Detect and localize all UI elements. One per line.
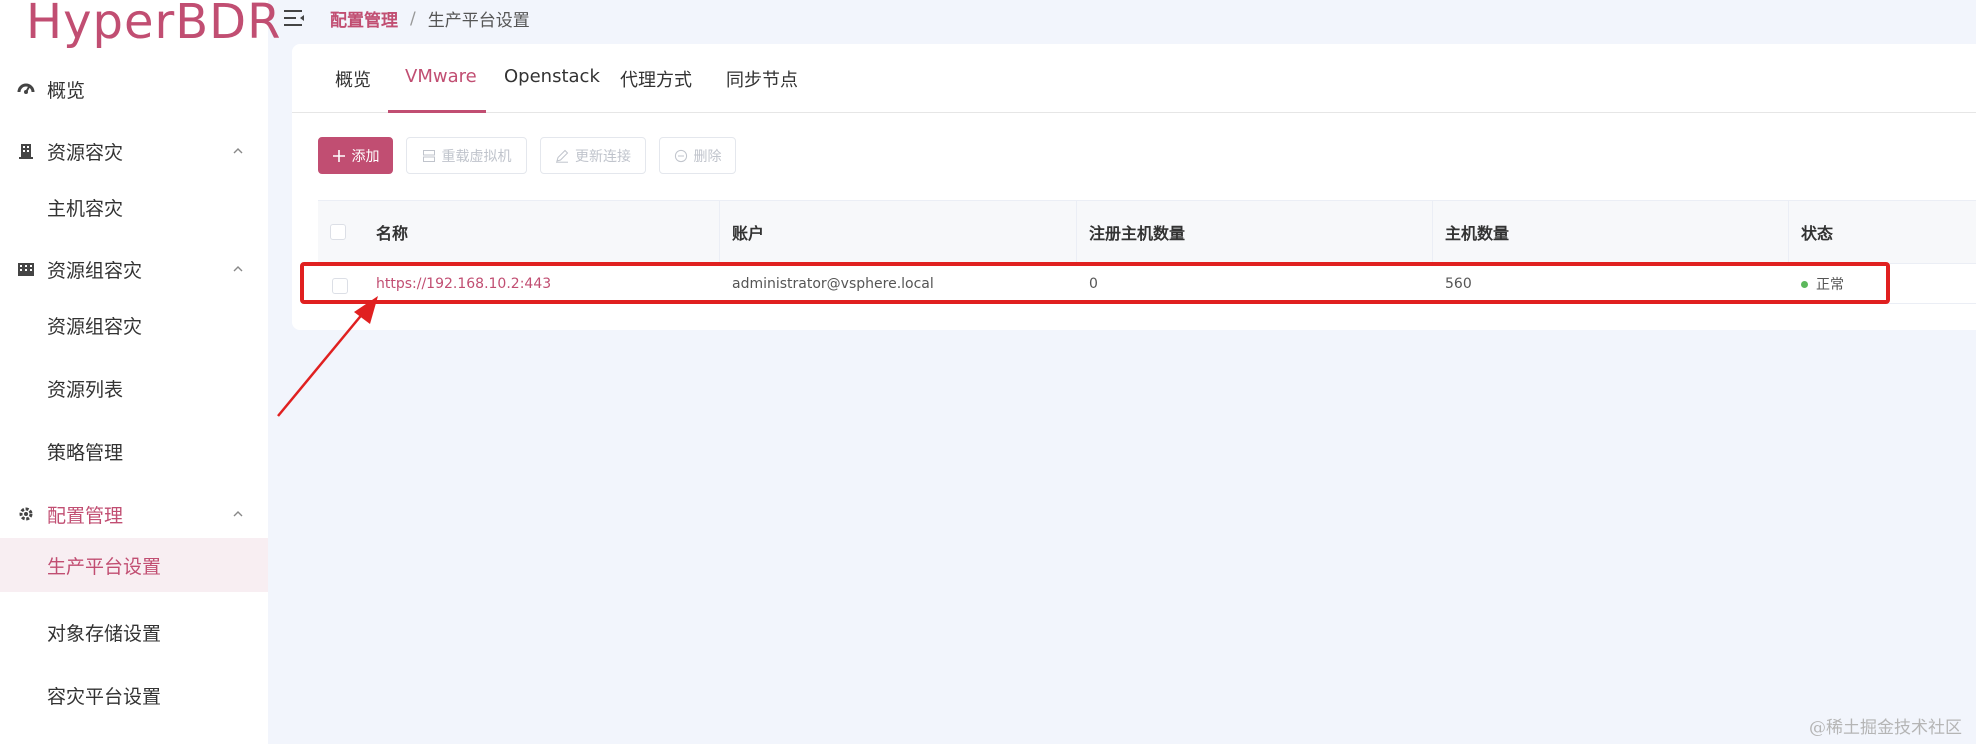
update-connection-label: 更新连接	[575, 148, 631, 165]
logo: HyperBDR	[26, 0, 282, 50]
sidebar-item-host-dr[interactable]: 主机容灾	[0, 180, 268, 234]
sidebar-item-label: 生产平台设置	[47, 555, 162, 578]
menu-collapse-icon[interactable]	[283, 8, 305, 28]
sidebar-item-label: 策略管理	[47, 441, 124, 464]
column-header-status[interactable]: 状态	[1789, 201, 1976, 263]
sidebar-item-label: 主机容灾	[47, 197, 124, 220]
sidebar-item-dr-platform[interactable]: 容灾平台设置	[0, 668, 268, 722]
reload-vm-button[interactable]: 重载虚拟机	[406, 137, 527, 174]
column-header-hosts[interactable]: 主机数量	[1433, 201, 1789, 263]
breadcrumb-separator: /	[410, 8, 416, 29]
edit-icon	[556, 149, 569, 163]
sidebar-item-resource-dr[interactable]: 资源容灾	[0, 124, 268, 178]
sidebar-item-resource-group-dr-sub[interactable]: 资源组容灾	[0, 298, 268, 352]
add-button[interactable]: 添加	[318, 137, 393, 174]
sidebar-item-config[interactable]: 配置管理	[0, 487, 268, 541]
sidebar-item-resource-group-dr[interactable]: 资源组容灾	[0, 242, 268, 296]
breadcrumb-current: 生产平台设置	[427, 11, 530, 31]
tab-proxy[interactable]: 代理方式	[620, 66, 692, 113]
delete-button[interactable]: 删除	[659, 137, 736, 174]
column-header-name[interactable]: 名称	[364, 201, 720, 263]
chevron-up-icon[interactable]	[232, 263, 244, 275]
annotation-arrow-icon	[277, 296, 378, 417]
table-header: 名称 账户 注册主机数量 主机数量 状态	[318, 200, 1976, 264]
tab-overview[interactable]: 概览	[335, 66, 371, 113]
server-icon	[422, 149, 435, 162]
sidebar-item-policy[interactable]: 策略管理	[0, 424, 268, 478]
add-button-label: 添加	[351, 148, 380, 165]
sidebar-item-label: 资源组容灾	[47, 315, 143, 338]
reload-vm-label: 重载虚拟机	[441, 148, 512, 165]
tab-sync-node[interactable]: 同步节点	[726, 66, 798, 113]
chevron-up-icon[interactable]	[232, 508, 244, 520]
watermark: @稀土掘金技术社区	[1809, 718, 1962, 738]
dashboard-icon	[16, 79, 36, 99]
tab-vmware[interactable]: VMware	[405, 66, 477, 113]
chevron-up-icon[interactable]	[232, 145, 244, 157]
sidebar-item-label: 资源列表	[47, 378, 124, 401]
sidebar-item-label: 资源组容灾	[47, 259, 143, 282]
header-checkbox-cell	[318, 201, 364, 263]
column-header-account[interactable]: 账户	[720, 201, 1077, 263]
tab-bar: 概览 VMware Openstack 代理方式 同步节点	[292, 44, 1976, 113]
sidebar-item-label: 对象存储设置	[47, 622, 162, 645]
sidebar-item-label: 资源容灾	[47, 141, 124, 164]
sidebar-item-overview[interactable]: 概览	[0, 62, 268, 116]
gear-icon	[16, 504, 36, 524]
update-connection-button[interactable]: 更新连接	[540, 137, 646, 174]
sidebar-item-label: 容灾平台设置	[47, 685, 162, 708]
active-tab-indicator	[388, 110, 486, 113]
sidebar-item-production-platform[interactable]: 生产平台设置	[0, 538, 268, 592]
buildings-icon	[16, 259, 36, 279]
delete-button-label: 删除	[693, 148, 722, 165]
sidebar: HyperBDR 概览 资源容灾 主机容灾 资源组容灾 资源组容灾 资源列表 策…	[0, 0, 280, 744]
column-header-registered-hosts[interactable]: 注册主机数量	[1077, 201, 1433, 263]
breadcrumb: 配置管理 / 生产平台设置	[330, 6, 530, 32]
annotation-highlight-box	[300, 262, 1890, 304]
breadcrumb-parent[interactable]: 配置管理	[330, 6, 398, 31]
sidebar-item-label: 配置管理	[47, 504, 124, 527]
tab-openstack[interactable]: Openstack	[504, 66, 600, 113]
sidebar-item-label: 概览	[47, 79, 86, 102]
building-icon	[16, 141, 36, 161]
plus-icon	[332, 149, 345, 162]
select-all-checkbox[interactable]	[330, 224, 346, 240]
sidebar-item-object-storage[interactable]: 对象存储设置	[0, 605, 268, 659]
minus-circle-icon	[674, 149, 687, 162]
sidebar-item-resource-list[interactable]: 资源列表	[0, 361, 268, 415]
